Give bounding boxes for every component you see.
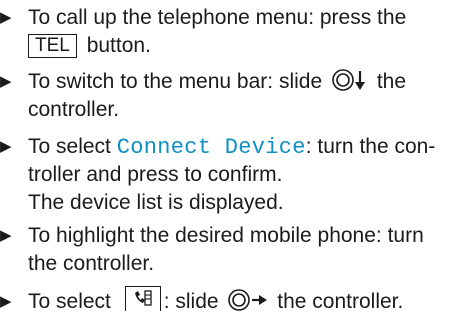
result-text: The device list is displayed. [28, 191, 284, 214]
step-text: button. [80, 34, 151, 57]
step-text: the [370, 70, 407, 93]
menu-item-connect-device: Connect Device [116, 135, 306, 160]
step-text: To switch to the menu bar: slide [28, 70, 328, 93]
step-text: the controller. [28, 252, 155, 275]
step-text: : turn the con- [305, 135, 436, 158]
step-text: controller. [28, 98, 120, 121]
step-text: the controller. [271, 290, 404, 313]
step-text: To select [28, 290, 117, 313]
instruction-step: ▶ To select : slide the controller. [0, 286, 403, 314]
step-text: : slide [163, 290, 225, 313]
instruction-step: ▶ To select Connect Device: turn the con-… [0, 133, 435, 217]
step-text: troller and press to confirm. [28, 163, 283, 186]
controller-slide-down-icon [331, 68, 369, 100]
bullet-icon: ▶ [0, 73, 12, 90]
instruction-step: ▶ To highlight the desired mobile phone: … [0, 222, 424, 278]
tel-key-label: TEL [28, 34, 77, 58]
controller-slide-right-icon [227, 288, 269, 320]
step-text: To highlight the desired mobile phone: t… [28, 224, 424, 247]
bullet-icon: ▶ [0, 138, 12, 155]
instruction-step: ▶ To switch to the menu bar: slide the co… [0, 68, 406, 124]
bullet-icon: ▶ [0, 293, 12, 310]
step-text: To call up the telephone menu: press the [28, 6, 407, 29]
bullet-icon: ▶ [0, 9, 12, 26]
instruction-step: ▶ To call up the telephone menu: press th… [0, 4, 406, 60]
step-text: To select [28, 135, 117, 158]
bullet-icon: ▶ [0, 227, 12, 244]
phonebook-icon [124, 286, 161, 311]
